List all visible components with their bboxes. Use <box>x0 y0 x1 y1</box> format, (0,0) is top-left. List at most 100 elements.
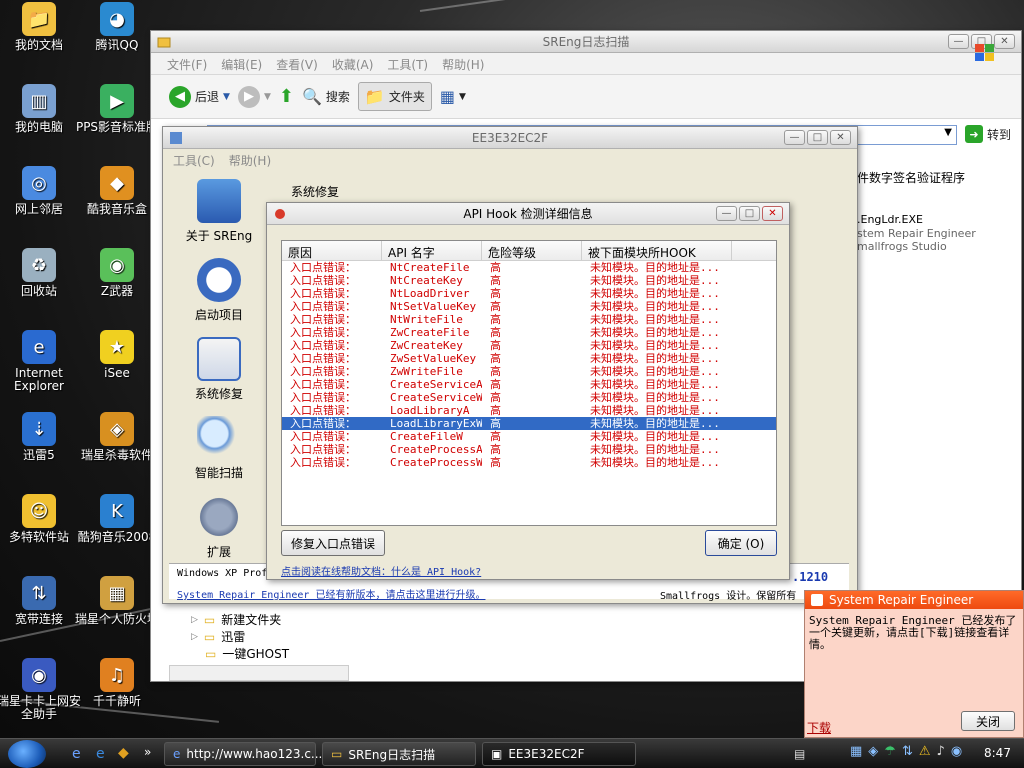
column-risk-level[interactable]: 危险等级 <box>482 241 582 260</box>
minimize-button[interactable]: — <box>948 34 969 49</box>
explorer-titlebar[interactable]: SREng日志扫描 — □ ✕ <box>151 31 1021 53</box>
quick-launch-icon[interactable]: e <box>96 746 105 762</box>
menu-help[interactable]: 帮助(H) <box>229 152 271 169</box>
desktop-icon[interactable]: ⇅ 宽带连接 <box>0 576 81 626</box>
desktop-icon[interactable]: K 酷狗音乐2008 <box>75 494 159 544</box>
start-button[interactable] <box>8 740 46 768</box>
hook-list[interactable]: 原因 API 名字 危险等级 被下面模块所HOOK 入口点错误： NtCreate… <box>281 240 777 526</box>
desktop-icon[interactable]: ☺ 多特软件站 <box>0 494 81 544</box>
download-link[interactable]: 下载 <box>807 719 831 736</box>
folders-button[interactable]: 📁 文件夹 <box>357 82 432 111</box>
hook-row[interactable]: 入口点错误： CreateFileW 高 未知模块。目的地址是... <box>282 430 776 443</box>
hook-row[interactable]: 入口点错误： CreateServiceW 高 未知模块。目的地址是... <box>282 391 776 404</box>
maximize-button[interactable]: □ <box>739 206 760 221</box>
hook-row[interactable]: 入口点错误： NtWriteFile 高 未知模块。目的地址是... <box>282 313 776 326</box>
network-icon[interactable]: ⇅ <box>902 744 913 759</box>
close-button[interactable]: ✕ <box>994 34 1015 49</box>
desktop-icon[interactable]: ◉ 瑞星卡卡上网安全助手 <box>0 658 81 721</box>
task-ie[interactable]: e http://www.hao123.c... <box>164 742 322 766</box>
menu-tools[interactable]: 工具(C) <box>173 152 215 169</box>
desktop-icon[interactable]: ▶ PPS影音标准版 <box>75 84 159 134</box>
api-dialog-titlebar[interactable]: API Hook 检测详细信息 — □ ✕ <box>267 203 789 225</box>
hook-row[interactable]: 入口点错误： ZwSetValueKey 高 未知模块。目的地址是... <box>282 352 776 365</box>
column-api-name[interactable]: API 名字 <box>382 241 482 260</box>
back-button[interactable]: ◀ 后退 ▼ <box>169 85 230 108</box>
desktop-icon[interactable]: ◎ 网上邻居 <box>0 166 81 216</box>
minimize-button[interactable]: — <box>716 206 737 221</box>
desktop-icon[interactable]: ♻ 回收站 <box>0 248 81 298</box>
close-button[interactable]: ✕ <box>830 130 851 145</box>
hook-row[interactable]: 入口点错误： NtCreateFile 高 未知模块。目的地址是... <box>282 261 776 274</box>
views-button[interactable]: ▦ ▼ <box>440 87 466 106</box>
security-icon[interactable]: ◈ <box>868 744 878 759</box>
close-button[interactable]: ✕ <box>762 206 783 221</box>
desktop-icon[interactable]: ▥ 我的电脑 <box>0 84 81 134</box>
maximize-button[interactable]: □ <box>807 130 828 145</box>
menu-view[interactable]: 查看(V) <box>276 56 318 73</box>
minimize-button[interactable]: — <box>784 130 805 145</box>
hook-row[interactable]: 入口点错误： LoadLibraryExW 高 未知模块。目的地址是... <box>282 417 776 430</box>
fix-entry-button[interactable]: 修复入口点错误 <box>281 530 385 556</box>
keyboard-icon[interactable]: ▤ <box>794 747 805 761</box>
chevron-down-icon[interactable]: ▼ <box>944 127 952 138</box>
desktop-icon[interactable]: ★ iSee <box>75 330 159 380</box>
menu-favorites[interactable]: 收藏(A) <box>332 56 374 73</box>
menu-tools[interactable]: 工具(T) <box>387 56 428 73</box>
hook-row[interactable]: 入口点错误： CreateProcessW 高 未知模块。目的地址是... <box>282 456 776 469</box>
chevron-right-icon[interactable]: » <box>144 745 151 759</box>
hook-row[interactable]: 入口点错误： LoadLibraryA 高 未知模块。目的地址是... <box>282 404 776 417</box>
desktop-icon[interactable]: ▦ 瑞星个人防火墙 <box>75 576 159 626</box>
up-button[interactable]: ⬆ <box>279 86 294 107</box>
hook-row[interactable]: 入口点错误： CreateProcessA 高 未知模块。目的地址是... <box>282 443 776 456</box>
update-link[interactable]: System Repair Engineer 已经有新版本，请点击这里进行升级。 <box>177 586 485 601</box>
nav-extend[interactable]: 扩展 <box>169 495 269 560</box>
nav-about[interactable]: 关于 SREng <box>169 179 269 244</box>
hook-row[interactable]: 入口点错误： ZwWriteFile 高 未知模块。目的地址是... <box>282 365 776 378</box>
hook-row[interactable]: 入口点错误： NtSetValueKey 高 未知模块。目的地址是... <box>282 300 776 313</box>
chevron-down-icon[interactable]: ▼ <box>264 92 271 102</box>
hook-row[interactable]: 入口点错误： ZwCreateKey 高 未知模块。目的地址是... <box>282 339 776 352</box>
menu-help[interactable]: 帮助(H) <box>442 56 484 73</box>
quick-launch-ie-icon[interactable]: e <box>72 746 81 762</box>
warning-icon[interactable]: ⚠ <box>919 744 931 759</box>
hook-row[interactable]: 入口点错误： NtCreateKey 高 未知模块。目的地址是... <box>282 274 776 287</box>
column-hook-module[interactable]: 被下面模块所HOOK <box>582 241 732 260</box>
desktop-icon[interactable]: ◉ Z武器 <box>75 248 159 298</box>
quick-launch-icon[interactable]: ◆ <box>118 745 129 761</box>
desktop-icon[interactable]: 📁 我的文档 <box>0 2 81 52</box>
desktop-icon[interactable]: ⇣ 迅雷5 <box>0 412 81 462</box>
tree-item[interactable]: ▭ 一键GHOST <box>191 645 351 662</box>
desktop-icon[interactable]: ◕ 腾讯QQ <box>75 2 159 52</box>
menu-file[interactable]: 文件(F) <box>167 56 207 73</box>
menu-edit[interactable]: 编辑(E) <box>221 56 262 73</box>
help-link[interactable]: 点击阅读在线帮助文档：什么是 API Hook? <box>281 563 481 578</box>
desktop-icon[interactable]: e Internet Explorer <box>0 330 81 393</box>
close-notification-button[interactable]: 关闭 <box>961 711 1015 731</box>
sreng-titlebar[interactable]: EE3E32EC2F — □ ✕ <box>163 127 857 149</box>
horizontal-scrollbar[interactable] <box>169 665 349 681</box>
nav-repair[interactable]: 系统修复 <box>169 337 269 402</box>
network-icon[interactable]: ▦ <box>850 744 862 759</box>
desktop-icon[interactable]: ♫ 千千静听 <box>75 658 159 708</box>
go-button[interactable]: ➜ 转到 <box>965 125 1011 143</box>
ok-button[interactable]: 确定 (O) <box>705 530 777 556</box>
forward-button[interactable]: ▶ ▼ <box>237 85 271 108</box>
desktop-icon[interactable]: ◈ 瑞星杀毒软件 <box>75 412 159 462</box>
desktop-icon[interactable]: ◆ 酷我音乐盒 <box>75 166 159 216</box>
task-ee3e[interactable]: ▣ EE3E32EC2F <box>482 742 636 766</box>
globe-icon[interactable]: ◉ <box>951 744 962 759</box>
volume-icon[interactable]: ♪ <box>937 744 945 759</box>
column-reason[interactable]: 原因 <box>282 241 382 260</box>
hook-row[interactable]: 入口点错误： NtLoadDriver 高 未知模块。目的地址是... <box>282 287 776 300</box>
hook-row[interactable]: 入口点错误： ZwCreateFile 高 未知模块。目的地址是... <box>282 326 776 339</box>
hook-row[interactable]: 入口点错误： CreateServiceA 高 未知模块。目的地址是... <box>282 378 776 391</box>
task-sreng-log[interactable]: ▭ SREng日志扫描 <box>322 742 476 766</box>
clock[interactable]: 8:47 <box>984 746 1011 760</box>
tree-item[interactable]: ▷ ▭ 迅雷 <box>191 628 351 645</box>
chevron-down-icon[interactable]: ▼ <box>223 92 230 102</box>
umbrella-icon[interactable]: ☂ <box>884 744 896 759</box>
nav-scan[interactable]: 智能扫描 <box>169 416 269 481</box>
nav-startup[interactable]: 启动项目 <box>169 258 269 323</box>
tree-item[interactable]: ▷ ▭ 新建文件夹 <box>191 611 351 628</box>
search-button[interactable]: 🔍 搜索 <box>302 87 350 106</box>
